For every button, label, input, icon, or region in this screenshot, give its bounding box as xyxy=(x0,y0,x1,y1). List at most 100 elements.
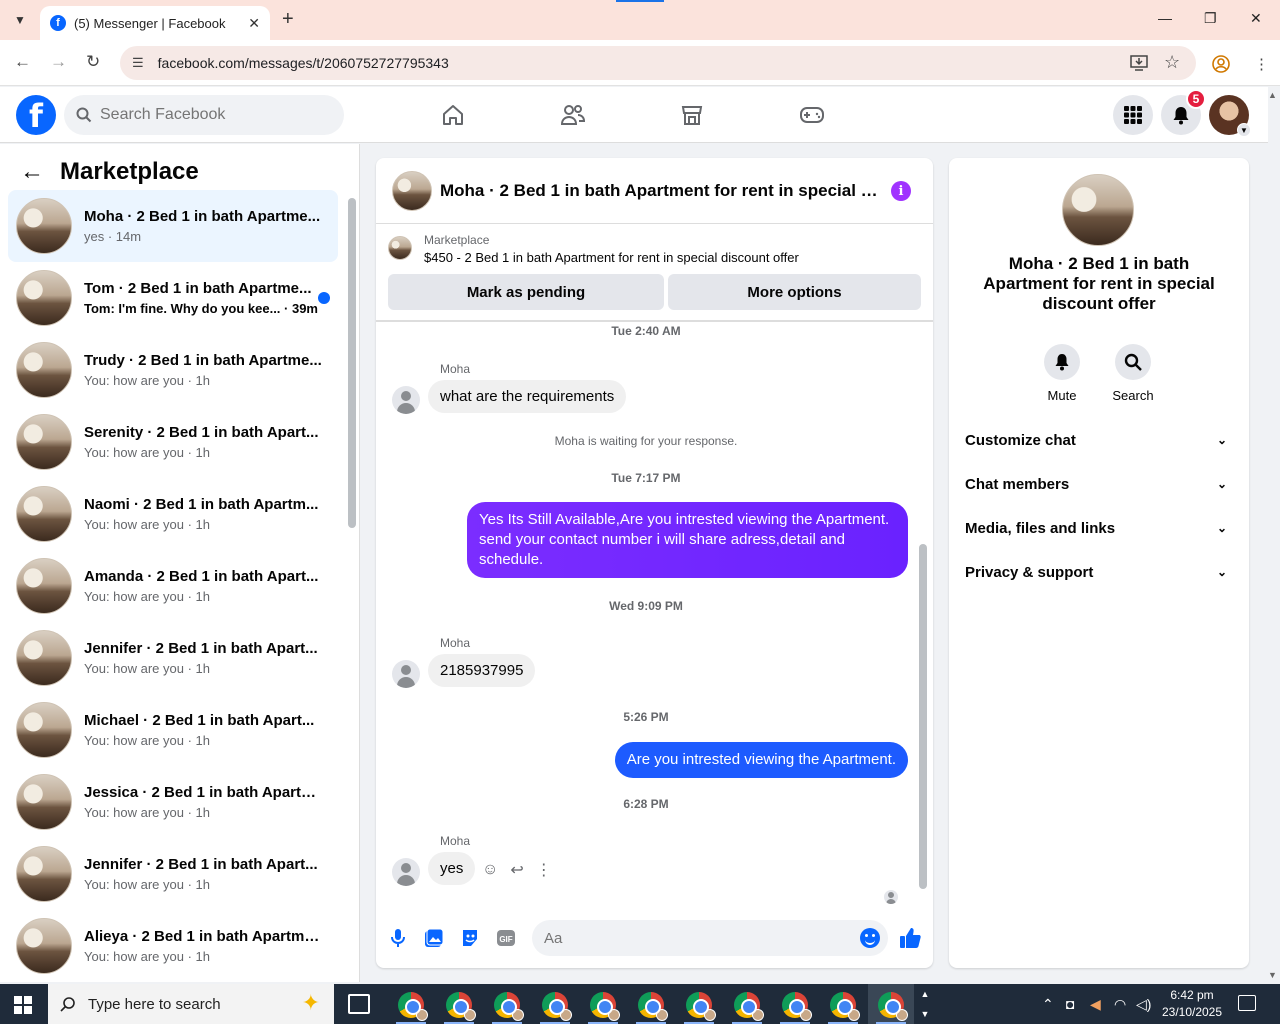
sender-avatar[interactable] xyxy=(392,660,420,688)
chat-list-item[interactable]: Serenity · 2 Bed 1 in bath Apart... You: … xyxy=(8,406,338,478)
chat-list-scrollbar[interactable] xyxy=(348,198,356,528)
taskbar-scroll[interactable]: ▲ ▼ xyxy=(918,984,932,1024)
reload-icon[interactable]: ↻ xyxy=(86,52,100,72)
chrome-icon[interactable] xyxy=(734,992,764,1021)
mute-button[interactable]: Mute xyxy=(1032,344,1092,403)
facebook-search-input[interactable] xyxy=(100,106,320,124)
facebook-favicon-icon: f xyxy=(50,15,66,31)
browser-menu-icon[interactable]: ⋮ xyxy=(1254,55,1269,73)
listing-thumbnail[interactable] xyxy=(392,170,432,211)
mute-mic-icon[interactable]: ◀ xyxy=(1090,996,1101,1013)
chrome-icon[interactable] xyxy=(446,992,476,1021)
facebook-search[interactable] xyxy=(64,95,344,135)
react-icon[interactable]: ☺ xyxy=(482,861,498,879)
chat-list-item[interactable]: Jennifer · 2 Bed 1 in bath Apart... You: … xyxy=(8,622,338,694)
gaming-icon[interactable] xyxy=(798,103,826,127)
friends-icon[interactable] xyxy=(559,103,587,127)
volume-icon[interactable]: ◁) xyxy=(1136,996,1151,1013)
taskbar-clock[interactable]: 6:42 pm 23/10/2025 xyxy=(1160,987,1224,1021)
chrome-icon[interactable] xyxy=(542,992,572,1021)
site-info-icon[interactable]: ☰ xyxy=(132,55,144,71)
chrome-icon[interactable] xyxy=(638,992,668,1021)
chrome-icon[interactable] xyxy=(878,992,908,1021)
page-scroll-up-icon[interactable]: ▲ xyxy=(1268,90,1277,100)
mark-as-pending-button[interactable]: Mark as pending xyxy=(388,274,664,310)
chrome-icon[interactable] xyxy=(398,992,428,1021)
chrome-icon[interactable] xyxy=(782,992,812,1021)
marketplace-icon[interactable] xyxy=(678,103,706,127)
conversation-scrollbar[interactable] xyxy=(919,544,927,889)
outgoing-message[interactable]: Are you intrested viewing the Apartment. xyxy=(614,742,908,778)
home-icon[interactable] xyxy=(439,103,467,127)
thumbs-up-icon[interactable] xyxy=(898,926,922,950)
back-icon[interactable]: ← xyxy=(14,52,31,72)
sender-name: Moha xyxy=(440,834,471,848)
customize-chat-section[interactable]: Customize chat ⌄ xyxy=(965,418,1233,462)
minimize-icon[interactable]: — xyxy=(1158,10,1172,26)
chat-list-item[interactable]: Michael · 2 Bed 1 in bath Apart... You: h… xyxy=(8,694,338,766)
back-arrow-icon[interactable]: ← xyxy=(20,158,44,186)
more-icon[interactable]: ⋮ xyxy=(536,860,552,880)
microphone-icon[interactable] xyxy=(386,926,410,950)
tab-search-dropdown-icon[interactable]: ▼ xyxy=(8,8,32,32)
account-avatar[interactable]: ▼ xyxy=(1209,95,1251,137)
chrome-icon[interactable] xyxy=(494,992,524,1021)
incoming-message[interactable]: 2185937995 xyxy=(428,654,536,687)
taskbar-search[interactable]: Type here to search ✦ xyxy=(48,984,334,1024)
meet-now-icon[interactable]: ◘ xyxy=(1066,996,1074,1012)
facebook-logo-icon[interactable]: f xyxy=(16,95,56,135)
emoji-icon[interactable] xyxy=(860,928,880,948)
chat-preview: You: how are you · 1h xyxy=(84,805,210,820)
browser-tab[interactable]: f (5) Messenger | Facebook ✕ xyxy=(40,6,270,40)
gif-icon[interactable]: GIF xyxy=(494,926,518,950)
message-input[interactable] xyxy=(544,929,844,947)
chat-list-item[interactable]: Jennifer · 2 Bed 1 in bath Apart... You: … xyxy=(8,838,338,910)
incoming-message[interactable]: what are the requirements xyxy=(428,380,627,413)
chat-members-section[interactable]: Chat members ⌄ xyxy=(965,462,1233,506)
chat-list-item[interactable]: Trudy · 2 Bed 1 in bath Apartme... You: h… xyxy=(8,334,338,406)
taskbar-search-placeholder: Type here to search xyxy=(88,995,221,1013)
sender-avatar[interactable] xyxy=(392,386,420,414)
search-in-chat-button[interactable]: Search xyxy=(1103,344,1163,403)
wifi-icon[interactable]: ◠ xyxy=(1114,996,1126,1013)
task-view-icon[interactable] xyxy=(348,994,370,1014)
chat-list-item[interactable]: Naomi · 2 Bed 1 in bath Apartm... You: ho… xyxy=(8,478,338,550)
outgoing-message[interactable]: Yes Its Still Available,Are you intreste… xyxy=(467,502,908,578)
listing-description[interactable]: $450 - 2 Bed 1 in bath Apartment for ren… xyxy=(424,250,799,265)
chat-list-item[interactable]: Moha · 2 Bed 1 in bath Apartme... yes · 1… xyxy=(8,190,338,262)
privacy-support-section[interactable]: Privacy & support ⌄ xyxy=(965,550,1233,594)
chat-list-item[interactable]: Tom · 2 Bed 1 in bath Apartme... Tom: I'm… xyxy=(8,262,338,334)
menu-grid-button[interactable] xyxy=(1113,95,1153,135)
reply-icon[interactable]: ↩ xyxy=(510,860,523,880)
photo-icon[interactable] xyxy=(422,926,446,950)
address-bar[interactable]: ☰ facebook.com/messages/t/20607527277953… xyxy=(120,46,1196,80)
chrome-icon[interactable] xyxy=(686,992,716,1021)
windows-start-icon[interactable] xyxy=(14,996,32,1014)
sticker-icon[interactable] xyxy=(458,926,482,950)
chat-list-item[interactable]: Amanda · 2 Bed 1 in bath Apart... You: ho… xyxy=(8,550,338,622)
page-scroll-down-icon[interactable]: ▼ xyxy=(1268,970,1277,980)
listing-avatar[interactable] xyxy=(1062,174,1134,246)
listing-thumbnail-small[interactable] xyxy=(388,236,412,260)
close-window-icon[interactable]: ✕ xyxy=(1250,10,1262,27)
close-tab-icon[interactable]: ✕ xyxy=(248,15,260,32)
chrome-icon[interactable] xyxy=(830,992,860,1021)
sender-avatar[interactable] xyxy=(392,858,420,886)
conversation-title[interactable]: Moha · 2 Bed 1 in bath Apartment for ren… xyxy=(440,181,880,201)
install-app-icon[interactable] xyxy=(1130,55,1148,75)
media-files-links-section[interactable]: Media, files and links ⌄ xyxy=(965,506,1233,550)
forward-icon[interactable]: → xyxy=(50,52,67,72)
incoming-message[interactable]: yes xyxy=(428,852,476,885)
restore-icon[interactable]: ❐ xyxy=(1204,10,1217,27)
show-hidden-icons[interactable]: ⌃ xyxy=(1042,996,1054,1013)
notification-center-icon[interactable] xyxy=(1238,995,1256,1011)
info-icon[interactable]: i xyxy=(891,181,911,201)
chat-list-item[interactable]: Alieya · 2 Bed 1 in bath Apartme... You: … xyxy=(8,910,338,982)
profile-badge xyxy=(416,1009,428,1021)
new-tab-icon[interactable]: + xyxy=(282,8,294,31)
more-options-button[interactable]: More options xyxy=(668,274,921,310)
profile-icon[interactable] xyxy=(1212,55,1230,77)
chat-list-item[interactable]: Jessica · 2 Bed 1 in bath Apartm... You: … xyxy=(8,766,338,838)
bookmark-star-icon[interactable]: ☆ xyxy=(1164,52,1180,73)
chrome-icon[interactable] xyxy=(590,992,620,1021)
